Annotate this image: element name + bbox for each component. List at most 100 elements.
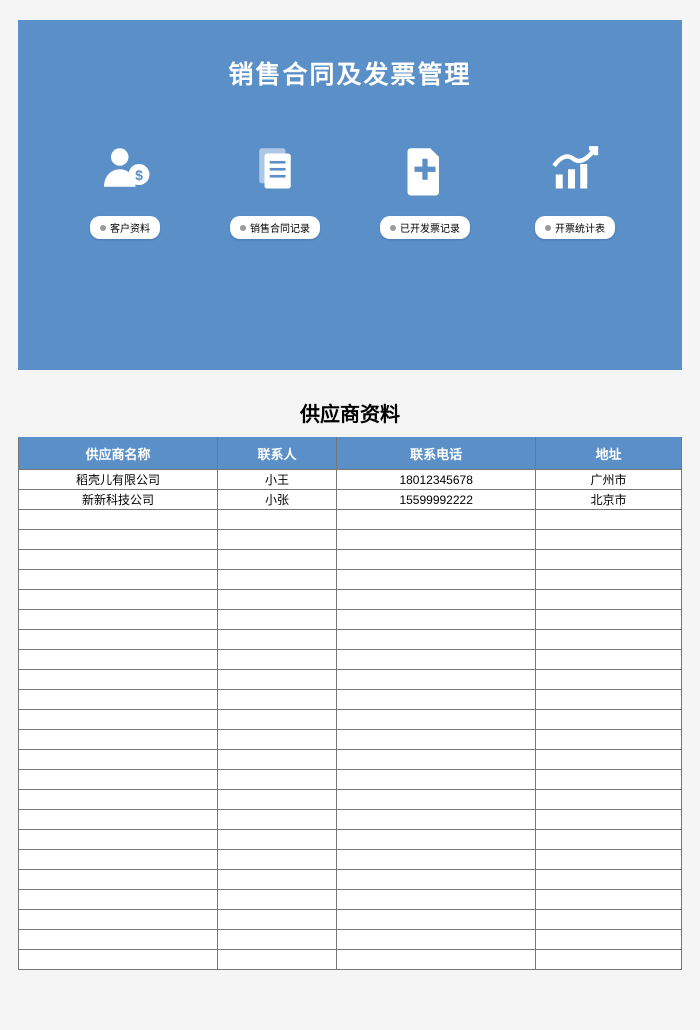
table-row[interactable] [19,810,682,830]
cell-empty[interactable] [217,750,336,770]
cell-empty[interactable] [217,610,336,630]
cell-empty[interactable] [536,870,682,890]
cell-empty[interactable] [536,610,682,630]
cell-empty[interactable] [217,530,336,550]
cell-empty[interactable] [536,550,682,570]
cell-empty[interactable] [337,930,536,950]
table-row[interactable]: 新新科技公司小张15599992222北京市 [19,490,682,510]
cell-empty[interactable] [337,670,536,690]
table-row[interactable] [19,610,682,630]
cell-empty[interactable] [19,770,218,790]
cell-empty[interactable] [19,850,218,870]
cell-empty[interactable] [19,910,218,930]
cell-empty[interactable] [19,710,218,730]
cell-empty[interactable] [19,690,218,710]
table-row[interactable] [19,570,682,590]
cell-empty[interactable] [217,850,336,870]
cell-empty[interactable] [217,810,336,830]
cell-empty[interactable] [217,790,336,810]
cell-empty[interactable] [217,550,336,570]
cell-empty[interactable] [337,590,536,610]
table-row[interactable] [19,590,682,610]
cell-empty[interactable] [337,650,536,670]
cell-empty[interactable] [536,950,682,970]
cell-address[interactable]: 北京市 [536,490,682,510]
cell-empty[interactable] [337,510,536,530]
table-row[interactable] [19,510,682,530]
cell-empty[interactable] [19,830,218,850]
table-row[interactable] [19,710,682,730]
cell-empty[interactable] [19,610,218,630]
cell-empty[interactable] [337,850,536,870]
table-row[interactable] [19,930,682,950]
cell-empty[interactable] [337,950,536,970]
cell-empty[interactable] [19,590,218,610]
cell-empty[interactable] [337,570,536,590]
cell-empty[interactable] [536,630,682,650]
cell-empty[interactable] [337,870,536,890]
cell-empty[interactable] [536,850,682,870]
cell-empty[interactable] [217,630,336,650]
table-row[interactable] [19,870,682,890]
cell-empty[interactable] [536,530,682,550]
cell-empty[interactable] [536,570,682,590]
cell-empty[interactable] [19,730,218,750]
cell-empty[interactable] [536,890,682,910]
cell-empty[interactable] [536,650,682,670]
cell-empty[interactable] [19,870,218,890]
table-row[interactable] [19,670,682,690]
cell-empty[interactable] [536,930,682,950]
table-row[interactable] [19,530,682,550]
table-row[interactable] [19,690,682,710]
cell-phone[interactable]: 15599992222 [337,490,536,510]
table-row[interactable] [19,910,682,930]
cell-empty[interactable] [337,790,536,810]
cell-empty[interactable] [19,510,218,530]
cell-empty[interactable] [19,750,218,770]
cell-empty[interactable] [337,630,536,650]
cell-phone[interactable]: 18012345678 [337,470,536,490]
table-row[interactable] [19,750,682,770]
cell-empty[interactable] [337,890,536,910]
cell-empty[interactable] [536,670,682,690]
nav-button-contracts[interactable]: 销售合同记录 [230,216,320,239]
cell-empty[interactable] [536,790,682,810]
cell-empty[interactable] [337,690,536,710]
cell-empty[interactable] [217,730,336,750]
cell-empty[interactable] [536,690,682,710]
cell-empty[interactable] [217,650,336,670]
table-row[interactable] [19,950,682,970]
cell-empty[interactable] [337,750,536,770]
cell-empty[interactable] [536,770,682,790]
cell-empty[interactable] [536,830,682,850]
cell-empty[interactable] [19,950,218,970]
cell-empty[interactable] [217,890,336,910]
table-row[interactable] [19,850,682,870]
cell-empty[interactable] [19,570,218,590]
nav-button-stats[interactable]: 开票统计表 [535,216,615,239]
cell-empty[interactable] [217,910,336,930]
cell-address[interactable]: 广州市 [536,470,682,490]
table-row[interactable] [19,630,682,650]
cell-empty[interactable] [217,510,336,530]
cell-empty[interactable] [337,810,536,830]
cell-empty[interactable] [536,710,682,730]
nav-button-customers[interactable]: 客户资料 [90,216,160,239]
cell-empty[interactable] [536,590,682,610]
nav-button-invoices[interactable]: 已开发票记录 [380,216,470,239]
table-row[interactable] [19,550,682,570]
cell-empty[interactable] [337,710,536,730]
cell-empty[interactable] [19,790,218,810]
cell-empty[interactable] [19,810,218,830]
cell-empty[interactable] [337,550,536,570]
cell-empty[interactable] [19,890,218,910]
cell-name[interactable]: 稻壳儿有限公司 [19,470,218,490]
cell-empty[interactable] [337,530,536,550]
cell-empty[interactable] [536,810,682,830]
cell-empty[interactable] [217,690,336,710]
table-row[interactable] [19,650,682,670]
cell-empty[interactable] [536,510,682,530]
cell-empty[interactable] [217,870,336,890]
cell-empty[interactable] [337,610,536,630]
cell-empty[interactable] [217,570,336,590]
